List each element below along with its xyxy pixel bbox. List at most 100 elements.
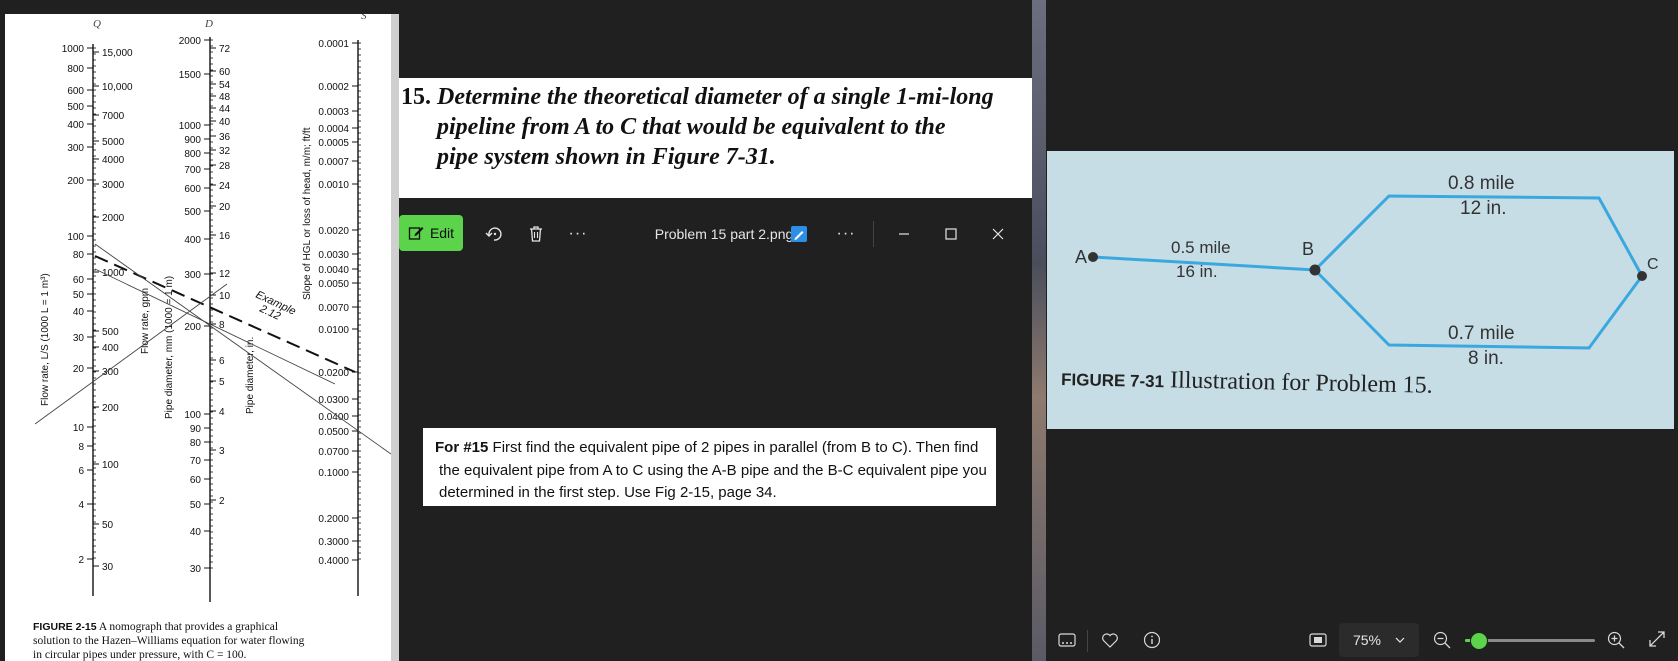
tick-label: 300 xyxy=(67,143,84,154)
tick-label: 40 xyxy=(73,307,85,318)
tick-label: 0.0007 xyxy=(318,157,349,168)
tick-label: 400 xyxy=(184,235,201,246)
tick-label: 200 xyxy=(102,403,119,414)
tick-label: 8 xyxy=(219,320,225,331)
tick-label: 0.0040 xyxy=(318,265,349,276)
file-name: Problem 15 part 2.png xyxy=(654,226,794,242)
tick-label: 0.0002 xyxy=(318,82,349,93)
node-b-label: B xyxy=(1302,239,1314,259)
favorite-button[interactable] xyxy=(1101,632,1119,651)
pipe-figure-image: A B C 0.5 mile 16 in. 0.8 mile 12 in. 0.… xyxy=(1047,151,1674,429)
tick-label: 2 xyxy=(78,555,84,566)
tick-label: 500 xyxy=(102,327,119,338)
tick-label: 3000 xyxy=(102,180,125,191)
delete-button[interactable] xyxy=(521,211,551,257)
tick-label: 100 xyxy=(67,232,84,243)
zoom-out-button[interactable] xyxy=(1433,631,1451,652)
tick-label: 400 xyxy=(67,120,84,131)
zoom-in-button[interactable] xyxy=(1607,631,1625,652)
s-header: S xyxy=(361,14,367,22)
tick-label: 600 xyxy=(184,184,201,195)
node-b-dot xyxy=(1309,264,1321,276)
tick-label: 28 xyxy=(219,161,231,172)
minimize-button[interactable] xyxy=(889,211,919,257)
d-header: D xyxy=(204,18,213,30)
zoom-dropdown[interactable]: 75% xyxy=(1339,623,1419,657)
tick-label: 0.0100 xyxy=(318,325,349,336)
tick-label: 100 xyxy=(102,460,119,471)
tick-label: 0.0004 xyxy=(318,124,349,135)
tick-label: 54 xyxy=(219,80,231,91)
reference-line xyxy=(94,268,336,385)
tick-label: 15,000 xyxy=(102,48,133,59)
zoom-value: 75% xyxy=(1352,632,1382,648)
note-lead: For #15 xyxy=(435,439,489,456)
edit-label: Edit xyxy=(429,225,455,241)
tick-label: 60 xyxy=(219,67,231,78)
rotate-button[interactable] xyxy=(479,211,509,257)
tick-label: 32 xyxy=(219,146,231,157)
top-length: 0.8 mile xyxy=(1448,173,1515,194)
tick-label: 70 xyxy=(190,456,202,467)
zoom-slider-thumb[interactable] xyxy=(1470,632,1488,650)
tick-label: 30 xyxy=(73,333,85,344)
tick-label: 6 xyxy=(78,466,84,477)
toolbar-divider xyxy=(873,221,874,247)
tick-label: 800 xyxy=(184,149,201,160)
tick-label: 0.0300 xyxy=(318,395,349,406)
window-more-button[interactable]: ··· xyxy=(831,211,861,257)
tick-label: 600 xyxy=(67,86,84,97)
bottom-divider xyxy=(1087,630,1088,652)
tick-label: 10,000 xyxy=(102,82,133,93)
maximize-icon xyxy=(945,228,957,240)
tick-label: 72 xyxy=(219,44,231,55)
tick-label: 2000 xyxy=(102,213,125,224)
bottom-diameter: 8 in. xyxy=(1468,348,1504,369)
problem-line-3: pipe system shown in Figure 7-31. xyxy=(437,144,776,170)
tick-label: 12 xyxy=(219,269,231,280)
zoom-slider[interactable] xyxy=(1465,632,1595,650)
chevron-down-icon xyxy=(1395,637,1405,643)
nomograph-caption-3: in circular pipes under pressure, with C… xyxy=(33,649,247,661)
node-a-label: A xyxy=(1075,247,1087,267)
viewer-toolbar: Edit ··· Problem 15 part 2.png ··· xyxy=(399,211,1024,257)
filmstrip-button[interactable] xyxy=(1058,632,1076,651)
editing-badge-button[interactable] xyxy=(787,211,811,257)
tick-label: 1500 xyxy=(179,70,202,81)
tick-label: 800 xyxy=(67,64,84,75)
edit-button[interactable]: Edit xyxy=(399,215,463,251)
tick-label: 44 xyxy=(219,104,231,115)
more-options-button[interactable]: ··· xyxy=(563,211,593,257)
tick-label: 900 xyxy=(184,135,201,146)
maximize-button[interactable] xyxy=(936,211,966,257)
reference-line xyxy=(34,283,228,425)
fullscreen-button[interactable] xyxy=(1649,631,1665,650)
axis-q-us: Flow rate, gpm xyxy=(140,288,151,354)
q-right-ticks: 15,00010,0007000500040003000200010005004… xyxy=(93,48,133,573)
note-line-2: the equivalent pipe from A to C using th… xyxy=(439,461,987,479)
tick-label: 90 xyxy=(190,424,202,435)
q-header: Q xyxy=(93,18,101,30)
problem-number: 15. xyxy=(401,84,431,110)
tick-label: 200 xyxy=(184,322,201,333)
tick-label: 0.0070 xyxy=(318,303,349,314)
close-button[interactable] xyxy=(983,211,1013,257)
tick-label: 80 xyxy=(73,250,85,261)
tick-label: 60 xyxy=(190,475,202,486)
d-left-ticks: 2000 1500 1000 900 800 700 600 500 400 300 200 100 9… xyxy=(179,36,210,575)
pipe-network-diagram: A B C 0.5 mile 16 in. 0.8 mile 12 in. 0.… xyxy=(1061,173,1659,399)
close-icon xyxy=(992,228,1004,240)
tick-label: 8 xyxy=(78,442,84,453)
tick-label: 4000 xyxy=(102,155,125,166)
info-button[interactable] xyxy=(1143,631,1161,652)
zoom-out-icon xyxy=(1433,631,1451,649)
node-c-label: C xyxy=(1647,256,1659,273)
actual-size-button[interactable] xyxy=(1309,632,1327,651)
ab-diameter: 16 in. xyxy=(1176,262,1218,281)
tick-label: 2 xyxy=(219,496,225,507)
actual-size-icon xyxy=(1309,633,1327,647)
nomograph-caption-2: solution to the Hazen–Williams equation … xyxy=(33,635,305,647)
tick-label: 0.1000 xyxy=(318,468,349,479)
tick-label: 20 xyxy=(219,202,231,213)
tick-label: 0.0020 xyxy=(318,226,349,237)
